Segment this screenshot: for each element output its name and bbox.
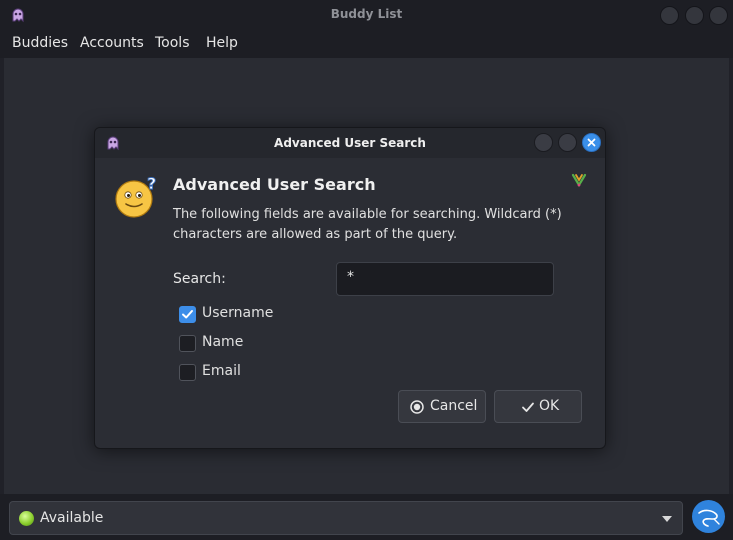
dialog-close-button[interactable] [582,133,601,152]
window-title: Buddy List [330,7,403,21]
minimize-button[interactable] [660,6,679,25]
svg-text:?: ? [147,174,156,193]
dialog-description: The following fields are available for s… [173,207,562,242]
checkmark-icon [182,310,193,319]
username-checkbox[interactable] [179,306,196,323]
menu-buddies[interactable]: Buddies [12,35,68,51]
email-checkbox-row[interactable]: Email [179,363,379,383]
dropdown-arrow-icon [662,516,672,522]
dialog-titlebar: Advanced User Search [95,128,605,158]
username-checkbox-row[interactable]: Username [179,305,379,325]
dialog-heading: Advanced User Search [173,175,376,194]
name-checkbox[interactable] [179,335,196,352]
menu-accounts[interactable]: Accounts [80,35,144,51]
email-label: Email [202,363,241,379]
status-label: Available [40,510,104,526]
menubar: Buddies Accounts Tools Help [0,30,733,58]
search-label: Search: [173,271,226,287]
name-label: Name [202,334,244,350]
available-status-icon [19,511,34,526]
checkmark-icon [522,402,534,412]
username-label: Username [202,305,274,321]
main-titlebar: Buddy List [0,0,733,30]
question-smiley-icon: ? [115,174,157,218]
cancel-button[interactable]: Cancel [398,390,486,423]
status-bar: Available [0,494,733,540]
close-button[interactable] [709,6,728,25]
menu-tools[interactable]: Tools [155,35,190,51]
dialog-minimize-button[interactable] [534,133,553,152]
cancel-icon [410,400,424,414]
name-checkbox-row[interactable]: Name [179,334,379,354]
ok-label: OK [539,398,560,414]
status-selector[interactable]: Available [9,501,683,535]
kali-dragon-glyph [698,509,720,527]
protocol-icon [571,173,587,188]
kali-dragon-icon[interactable] [692,500,725,533]
email-checkbox[interactable] [179,364,196,381]
dialog-maximize-button[interactable] [558,133,577,152]
advanced-user-search-dialog: Advanced User Search ? Advanced User Sea… [94,127,606,449]
cancel-label: Cancel [430,398,478,414]
maximize-button[interactable] [685,6,704,25]
dialog-title: Advanced User Search [274,136,426,150]
ok-button[interactable]: OK [494,390,582,423]
menu-help[interactable]: Help [206,35,238,51]
close-icon [587,138,596,147]
search-input[interactable]: * [336,262,554,296]
